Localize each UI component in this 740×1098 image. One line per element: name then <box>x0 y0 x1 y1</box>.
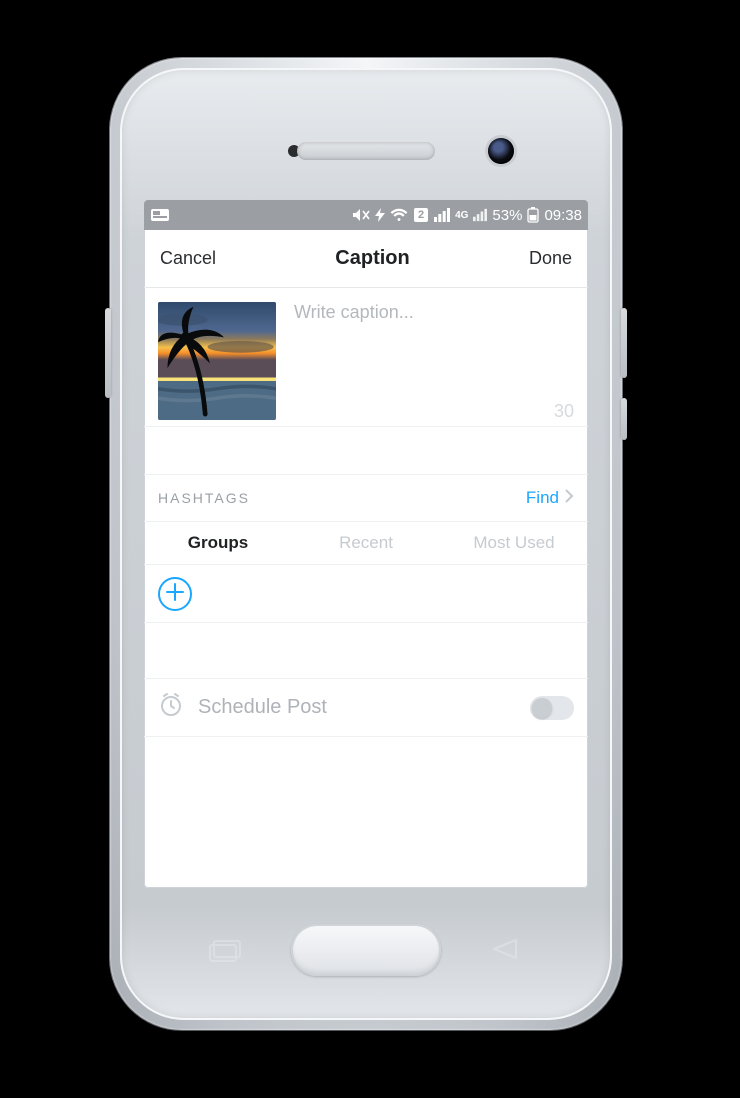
sim-indicator-icon: 2 <box>413 207 429 223</box>
sim-number: 2 <box>413 207 429 223</box>
caption-placeholder: Write caption... <box>294 302 414 322</box>
back-softkey-icon <box>486 936 524 962</box>
clock-icon <box>158 692 184 724</box>
tab-recent[interactable]: Recent <box>292 522 440 564</box>
tab-most-used[interactable]: Most Used <box>440 522 588 564</box>
clock: 09:38 <box>544 207 582 224</box>
navbar: Cancel Caption Done <box>144 230 588 288</box>
screen: 2 4G 53% 09:38 <box>144 200 588 888</box>
notification-badge-icon <box>150 207 170 223</box>
hashtags-header: HASHTAGS Find <box>144 475 588 521</box>
phone-bezel: 2 4G 53% 09:38 <box>120 68 612 1020</box>
signal-secondary-icon <box>473 208 487 222</box>
cancel-button[interactable]: Cancel <box>160 248 216 269</box>
hashtags-section-title: HASHTAGS <box>158 490 250 506</box>
phone-frame: 2 4G 53% 09:38 <box>110 58 622 1030</box>
earpiece-icon <box>297 142 435 160</box>
home-button[interactable] <box>291 924 441 976</box>
caption-section: Write caption... 30 <box>144 288 588 427</box>
spacer <box>144 623 588 679</box>
signal-icon <box>434 208 450 222</box>
hashtag-tabs: Groups Recent Most Used <box>144 521 588 565</box>
volume-rocker <box>105 308 111 398</box>
battery-icon <box>527 207 539 223</box>
status-bar: 2 4G 53% 09:38 <box>144 200 588 230</box>
post-thumbnail[interactable] <box>158 302 276 420</box>
battery-percent: 53% <box>492 207 522 224</box>
toggle-knob-icon <box>532 698 552 718</box>
network-type: 4G <box>455 210 468 221</box>
power-button-edge <box>621 308 627 378</box>
schedule-toggle[interactable] <box>530 696 574 720</box>
tab-groups[interactable]: Groups <box>144 522 292 564</box>
chevron-right-icon <box>565 488 574 508</box>
wifi-icon <box>390 208 408 222</box>
page-title: Caption <box>335 247 409 270</box>
schedule-label: Schedule Post <box>198 696 327 719</box>
mute-icon <box>352 208 370 222</box>
plus-icon <box>166 582 184 606</box>
recents-softkey-icon <box>208 936 246 962</box>
done-button[interactable]: Done <box>529 248 572 269</box>
front-camera-icon <box>488 138 514 164</box>
schedule-row: Schedule Post <box>144 679 588 737</box>
caption-input-wrapper[interactable]: Write caption... 30 <box>294 302 574 420</box>
find-hashtags-button[interactable]: Find <box>526 488 574 508</box>
char-counter: 30 <box>554 401 574 422</box>
add-group-button[interactable] <box>158 577 192 611</box>
spacer <box>144 427 588 475</box>
side-button-edge <box>621 398 627 440</box>
add-group-row <box>144 565 588 623</box>
charging-icon <box>375 208 385 222</box>
find-label: Find <box>526 488 559 508</box>
